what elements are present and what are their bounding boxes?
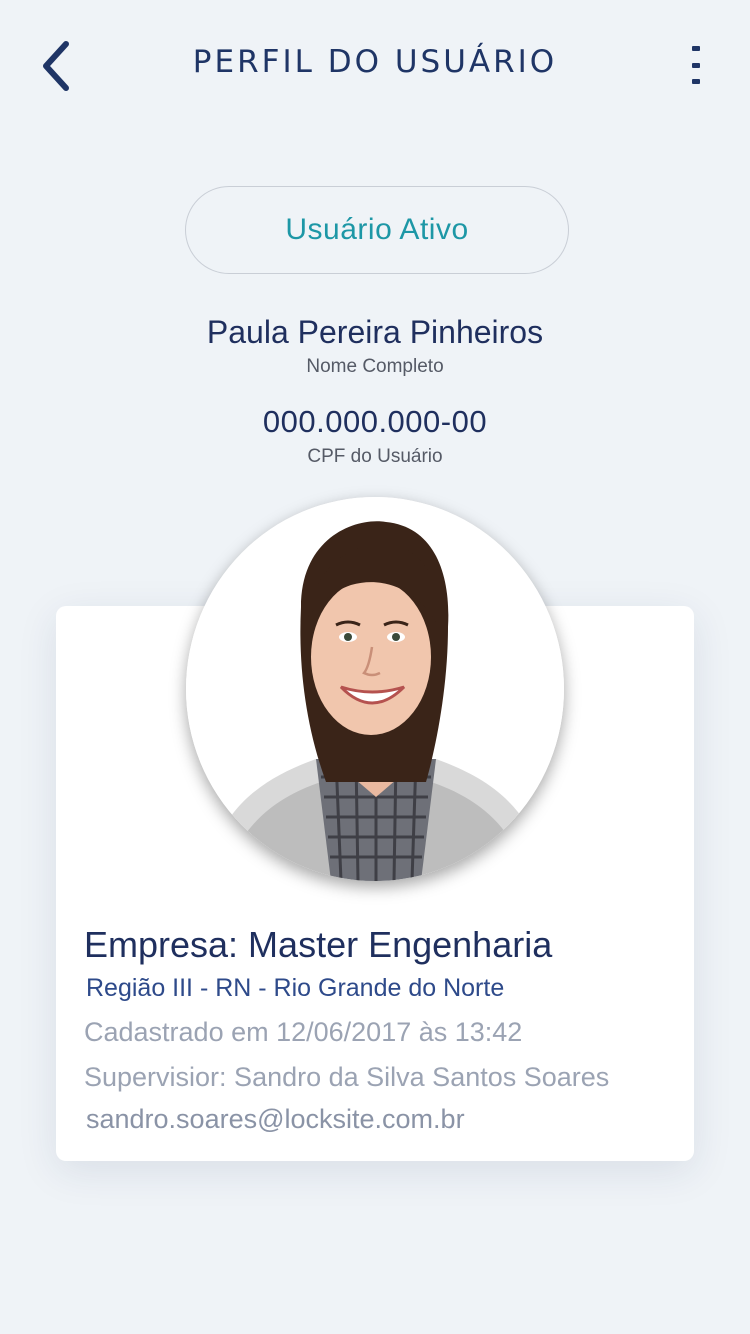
more-vertical-icon-dot bbox=[692, 79, 700, 84]
app-header: PERFIL DO USUÁRIO bbox=[0, 0, 750, 130]
user-cpf-caption: CPF do Usuário bbox=[307, 446, 443, 467]
avatar bbox=[186, 497, 564, 881]
registration-date: Cadastrado em 12/06/2017 às 13:42 bbox=[84, 1017, 523, 1047]
company-name: Empresa: Master Engenharia bbox=[84, 924, 553, 965]
more-options-button[interactable] bbox=[676, 40, 716, 90]
supervisor-email[interactable]: sandro.soares@locksite.com.br bbox=[86, 1104, 465, 1135]
user-full-name: Paula Pereira Pinheiros bbox=[206, 314, 544, 350]
status-badge: Usuário Ativo bbox=[185, 186, 569, 274]
user-cpf: 000.000.000-00 bbox=[262, 404, 488, 439]
avatar-photo bbox=[186, 497, 564, 881]
user-name-caption: Nome Completo bbox=[306, 356, 444, 377]
supervisor-name: Supervisior: Sandro da Silva Santos Soar… bbox=[84, 1062, 610, 1092]
more-vertical-icon-dot bbox=[692, 62, 700, 68]
region-label: Região III - RN - Rio Grande do Norte bbox=[86, 974, 505, 1002]
page-title: PERFIL DO USUÁRIO bbox=[192, 44, 558, 80]
more-vertical-icon bbox=[692, 46, 700, 51]
